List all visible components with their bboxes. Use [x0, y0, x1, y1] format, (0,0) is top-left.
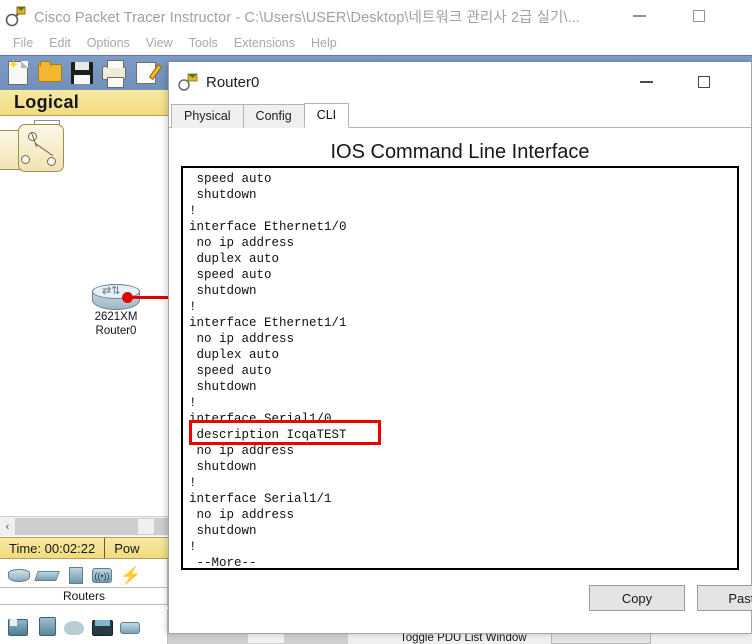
connections-category-icon[interactable]: ⚡ — [120, 565, 143, 585]
menu-item-options[interactable]: Options — [79, 34, 138, 52]
menu-item-file[interactable]: File — [5, 34, 41, 52]
dialog-tabs: Physical Config CLI — [169, 102, 751, 128]
screen-root: Cisco Packet Tracer Instructor - C:\User… — [0, 0, 752, 644]
device-name-label: Router0 — [95, 325, 137, 337]
new-file-icon[interactable]: ✦ — [4, 58, 32, 87]
app-minimize-button[interactable] — [616, 0, 662, 32]
device-type-icons: ((•)) ⚡ — [0, 559, 167, 585]
router-device-icon — [178, 72, 198, 92]
device-router-1841-icon[interactable] — [36, 616, 58, 637]
activity-wizard-icon[interactable] — [132, 59, 163, 87]
application-title: Cisco Packet Tracer Instructor - C:\User… — [34, 9, 581, 26]
cli-output-text: speed auto shutdown ! interface Ethernet… — [189, 172, 347, 570]
device-cloud-icon[interactable] — [64, 617, 86, 637]
device-model-label: 2621XM — [94, 311, 138, 323]
scroll-left-icon[interactable]: ‹ — [0, 521, 15, 533]
nav-node-right — [47, 157, 56, 166]
device-specific-selection-panel — [0, 609, 168, 644]
power-cycle-devices-label[interactable]: Pow — [105, 538, 148, 558]
app-maximize-button[interactable] — [676, 0, 722, 32]
device-category-label: Routers — [0, 587, 168, 605]
minimize-icon — [639, 81, 653, 83]
menu-item-extensions[interactable]: Extensions — [226, 34, 303, 52]
dialog-maximize-button[interactable] — [681, 62, 727, 102]
routers-category-icon[interactable] — [8, 565, 31, 585]
device-switch-icon[interactable] — [120, 617, 142, 637]
logical-view-icon[interactable] — [0, 120, 112, 180]
menubar: File Edit Options View Tools Extensions … — [0, 32, 752, 54]
device-link-endpoint — [122, 292, 133, 303]
tab-physical[interactable]: Physical — [171, 104, 244, 128]
tab-config[interactable]: Config — [242, 104, 305, 128]
maximize-icon — [693, 10, 705, 22]
menu-item-edit[interactable]: Edit — [41, 34, 79, 52]
device-generic-router-icon[interactable] — [8, 617, 30, 637]
menu-item-tools[interactable]: Tools — [181, 34, 226, 52]
nav-tile-front — [18, 124, 64, 172]
scrollbar-track[interactable] — [15, 518, 168, 535]
paste-button[interactable]: Paste — [697, 585, 752, 611]
print-icon[interactable] — [100, 59, 128, 88]
switches-category-icon[interactable] — [34, 565, 60, 585]
workspace-horizontal-scrollbar[interactable]: ‹ — [0, 516, 168, 536]
maximize-icon — [698, 76, 710, 88]
hubs-category-icon[interactable] — [64, 565, 87, 585]
application-titlebar: Cisco Packet Tracer Instructor - C:\User… — [0, 0, 752, 32]
device-type-selection-panel: ((•)) ⚡ Routers — [0, 559, 168, 607]
device-router0[interactable]: ⇄⇅ 2621XM Router0 — [84, 284, 148, 354]
menu-item-help[interactable]: Help — [303, 34, 345, 52]
router-icon-arrows: ⇄⇅ — [102, 285, 121, 297]
dialog-title: Router0 — [206, 73, 260, 91]
save-file-icon[interactable] — [68, 59, 96, 87]
menu-item-view[interactable]: View — [138, 34, 181, 52]
router0-dialog: Router0 Physical Config CLI IOS Command … — [168, 62, 752, 634]
logical-mode-label: Logical — [14, 92, 80, 112]
device-pc-icon[interactable] — [92, 617, 114, 637]
dialog-minimize-button[interactable] — [623, 62, 669, 102]
dialog-button-row: Copy Paste — [169, 585, 752, 615]
wireless-devices-category-icon[interactable]: ((•)) — [92, 565, 115, 585]
cli-terminal[interactable]: speed auto shutdown ! interface Ethernet… — [181, 166, 739, 570]
minimize-icon — [632, 15, 646, 17]
scrollbar-thumb[interactable] — [138, 519, 154, 534]
open-file-icon[interactable] — [36, 59, 64, 87]
copy-button[interactable]: Copy — [589, 585, 685, 611]
nav-edge-b — [34, 142, 54, 157]
tab-cli[interactable]: CLI — [303, 103, 350, 128]
packet-tracer-icon — [5, 5, 27, 27]
simulation-time-label: Time: 00:02:22 — [0, 538, 106, 558]
dialog-titlebar: Router0 — [169, 62, 751, 102]
nav-node-left — [21, 155, 30, 164]
